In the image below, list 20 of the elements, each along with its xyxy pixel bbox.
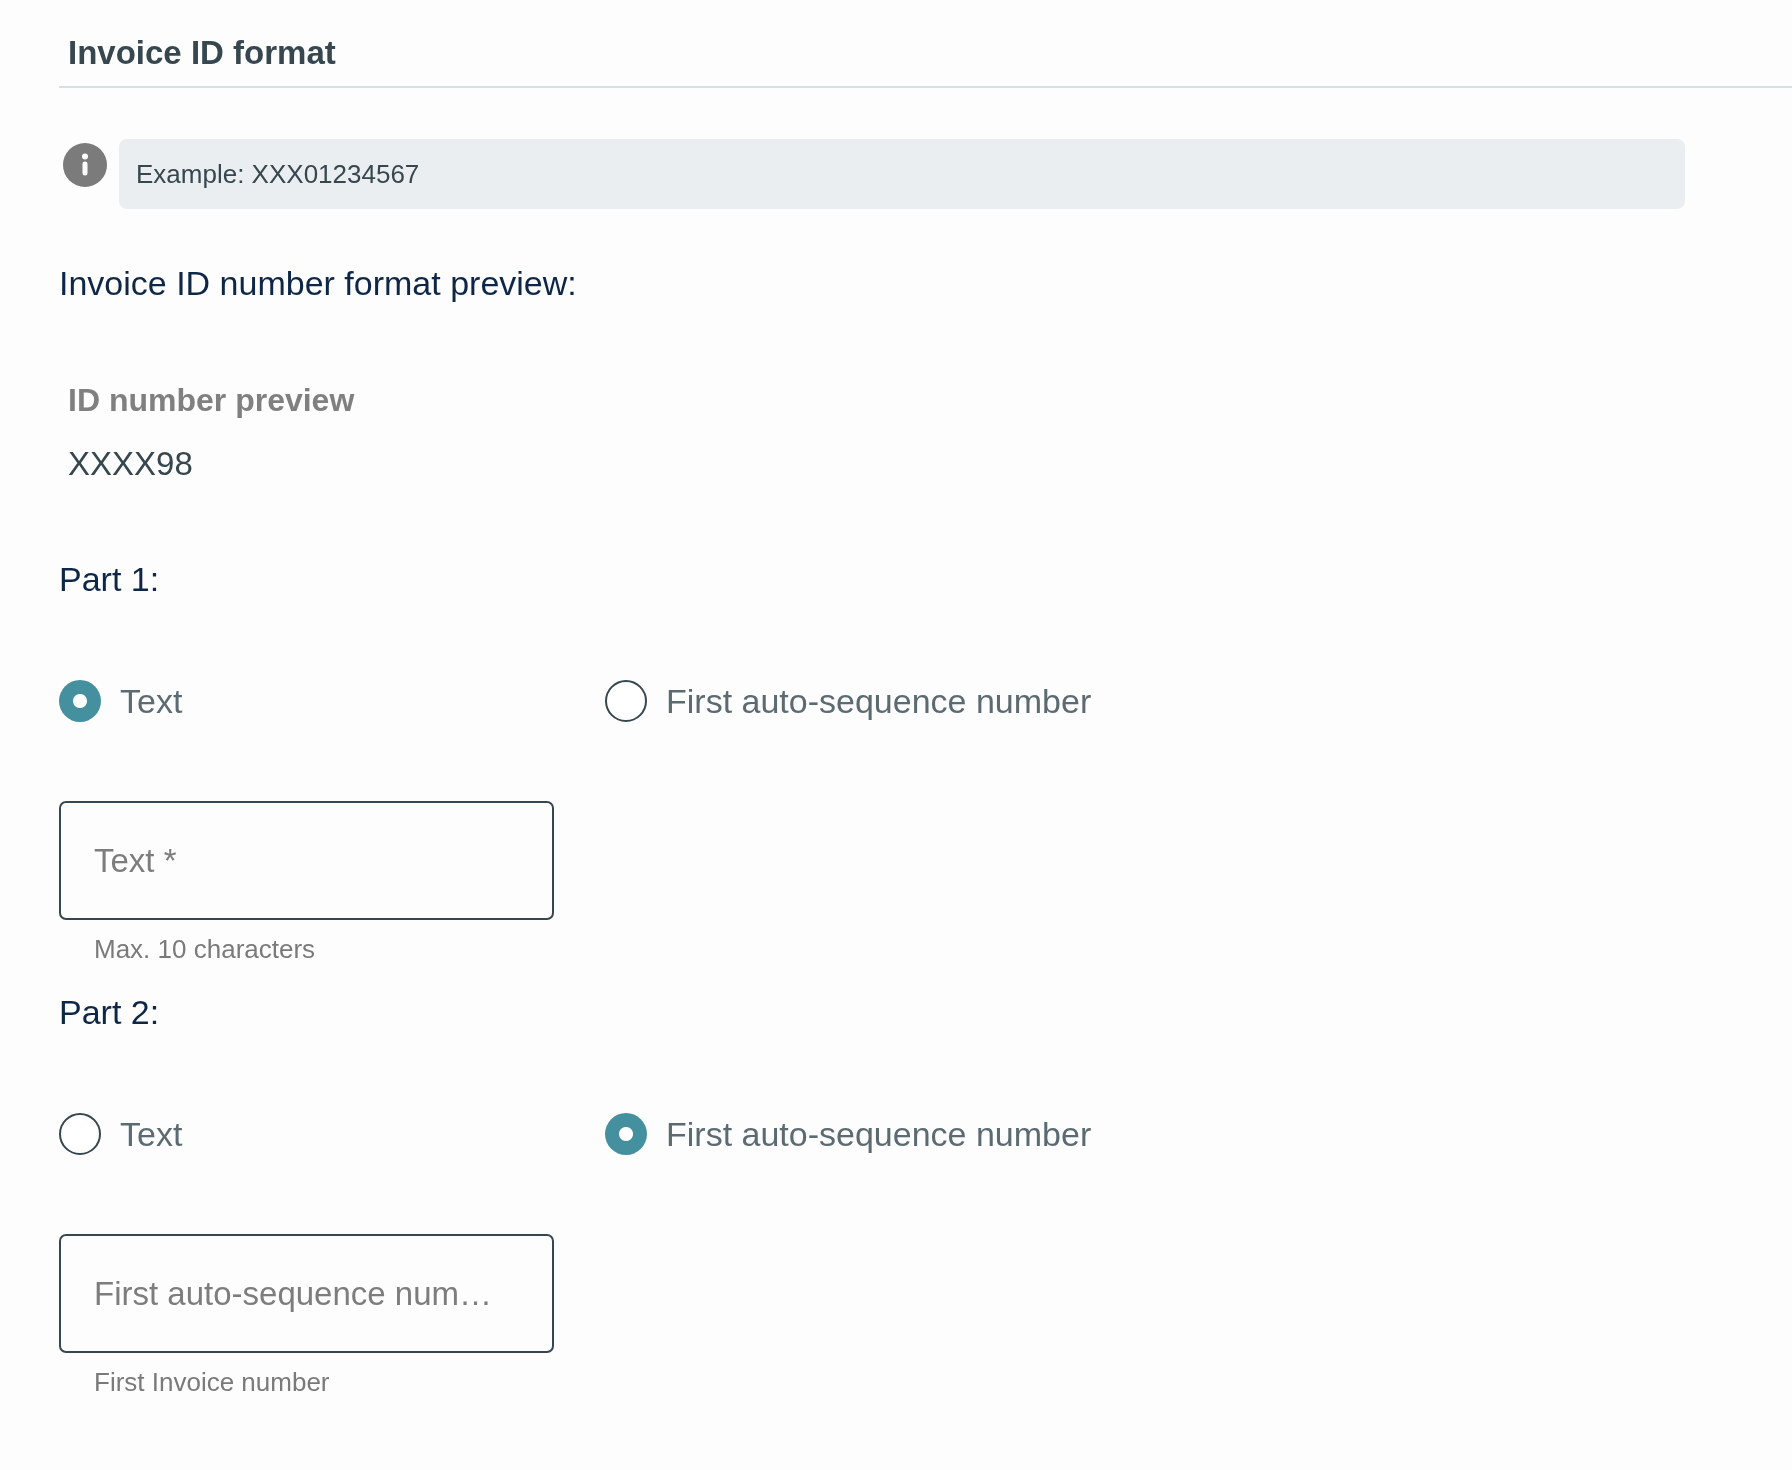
- radio-button[interactable]: [59, 1113, 101, 1155]
- part-heading: Part 1:: [59, 559, 160, 599]
- radio-label[interactable]: First auto-sequence number: [666, 681, 1092, 721]
- preview-heading: Invoice ID number format preview:: [59, 263, 577, 303]
- radio-button[interactable]: [59, 680, 101, 722]
- radio-button[interactable]: [605, 680, 647, 722]
- preview-value: XXXX98: [67, 444, 193, 484]
- section-title: Invoice ID format: [68, 34, 336, 72]
- input-field[interactable]: Text *: [59, 801, 554, 920]
- part-heading: Part 2:: [59, 992, 160, 1032]
- info-icon: [63, 143, 107, 187]
- preview-label: ID number preview: [67, 381, 355, 420]
- radio-label[interactable]: Text: [120, 681, 183, 721]
- radio-label[interactable]: First auto-sequence number: [666, 1114, 1092, 1154]
- info-message: Example: XXX01234567: [119, 139, 1685, 209]
- helper-text: First Invoice number: [93, 1367, 330, 1397]
- helper-text: Max. 10 characters: [93, 934, 316, 964]
- radio-label[interactable]: Text: [120, 1114, 183, 1154]
- radio-button[interactable]: [605, 1113, 647, 1155]
- input-field[interactable]: First auto-sequence num…: [59, 1234, 554, 1353]
